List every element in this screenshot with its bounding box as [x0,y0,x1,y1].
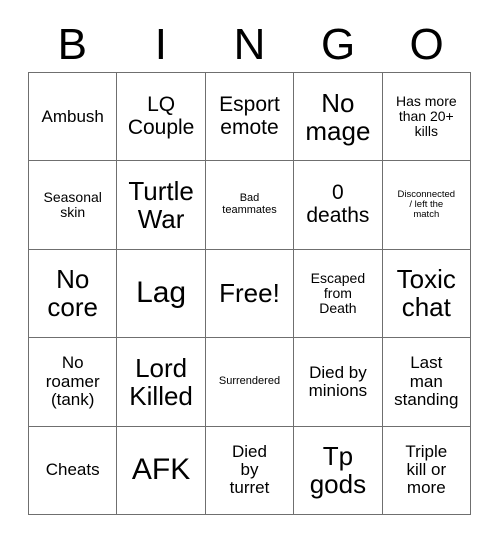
bingo-cell-r2c1[interactable]: Seasonal skin [29,161,118,250]
bingo-header-letter-n: N [233,20,266,69]
bingo-cell-r5c5[interactable]: Triple kill or more [382,426,471,515]
bingo-cell-r2c2[interactable]: Turtle War [117,161,206,250]
bingo-card: B I N G O Ambush LQ Couple Esport emote … [0,0,500,544]
bingo-cell-label: 0 deaths [306,181,370,228]
bingo-cell-free[interactable]: Free! [205,249,295,339]
bingo-cell-label: Free! [219,278,280,309]
bingo-cell-label: Escaped from Death [310,269,366,317]
bingo-cell-r4c1[interactable]: No roamer (tank) [29,338,118,427]
bingo-cell-r2c5[interactable]: Disconnected / left the match [382,161,471,250]
bingo-header-letter-i: I [154,20,167,69]
bingo-header-letter-o: O [409,20,444,69]
bingo-cell-r1c3[interactable]: Esport emote [205,73,295,162]
bingo-cell-r2c3[interactable]: Bad teammates [205,161,295,250]
bingo-cell-r1c4[interactable]: No mage [294,73,383,162]
bingo-cell-r1c5[interactable]: Has more than 20+ kills [382,73,471,162]
bingo-cell-r1c2[interactable]: LQ Couple [117,73,206,162]
bingo-cell-label: No roamer (tank) [45,353,100,410]
bingo-cell-label: AFK [131,453,191,487]
bingo-cell-r4c3[interactable]: Surrendered [205,338,295,427]
bingo-cell-label: Toxic chat [396,264,456,323]
bingo-cell-r3c2[interactable]: Lag [117,249,206,339]
bingo-header-row: B I N G O [28,18,471,72]
bingo-cell-r5c2[interactable]: AFK [117,426,206,515]
bingo-cell-r1c1[interactable]: Ambush [29,73,118,162]
bingo-cell-label: No core [47,264,98,323]
bingo-cell-label: Cheats [45,460,100,480]
bingo-cell-label: LQ Couple [127,93,195,139]
bingo-cell-label: Seasonal skin [43,188,102,221]
bingo-cell-label: Has more than 20+ kills [395,93,457,140]
bingo-cell-label: Died by turret [229,441,270,498]
bingo-cell-r3c4[interactable]: Escaped from Death [294,249,383,339]
bingo-header-letter-g: G [320,20,356,69]
bingo-cell-r3c5[interactable]: Toxic chat [382,249,471,339]
bingo-cell-label: Triple kill or more [405,441,448,498]
bingo-cell-label: Disconnected / left the match [397,188,456,221]
bingo-cell-label: Turtle War [128,176,194,235]
bingo-cell-label: No mage [305,87,371,146]
bingo-cell-r3c1[interactable]: No core [29,249,118,339]
bingo-cell-label: Esport emote [219,93,280,139]
bingo-cell-r5c1[interactable]: Cheats [29,426,118,515]
bingo-cell-label: Died by minions [308,362,368,400]
bingo-cell-label: Lag [136,276,187,310]
bingo-cell-r5c4[interactable]: Tp gods [294,426,383,515]
bingo-cell-r2c4[interactable]: 0 deaths [294,161,383,250]
bingo-header-letter-b: B [57,20,87,69]
bingo-cell-r5c3[interactable]: Died by turret [205,426,295,515]
bingo-cell-label: Surrendered [218,374,281,387]
bingo-grid: Ambush LQ Couple Esport emote No mage Ha… [28,72,471,515]
bingo-cell-label: Lord Killed [129,352,193,411]
bingo-cell-r4c5[interactable]: Last man standing [382,338,471,427]
bingo-cell-label: Last man standing [394,353,459,410]
bingo-cell-label: Bad teammates [222,192,277,217]
bingo-cell-r4c4[interactable]: Died by minions [294,338,383,427]
bingo-cell-label: Ambush [41,106,104,126]
bingo-cell-label: Tp gods [309,441,367,500]
bingo-cell-r4c2[interactable]: Lord Killed [117,338,206,427]
